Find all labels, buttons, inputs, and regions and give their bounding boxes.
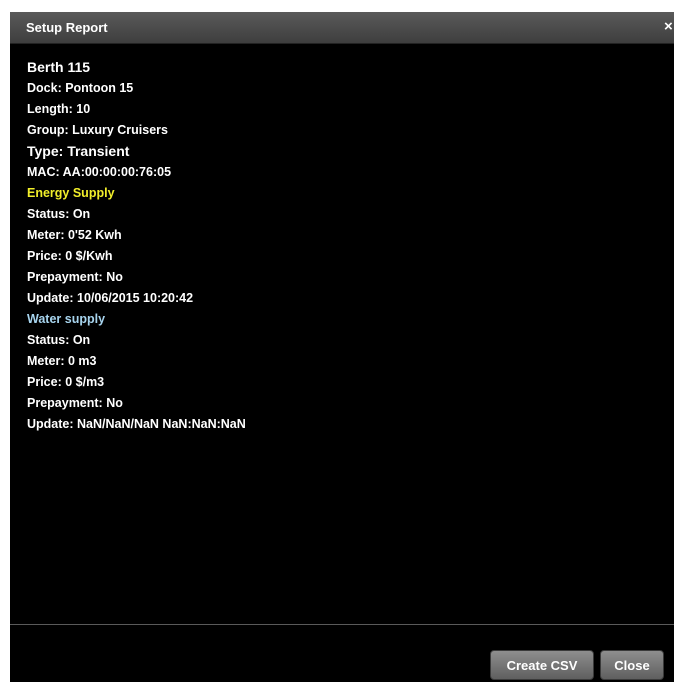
energy-status: Status: On [27,207,91,221]
berth-label: Berth 115 [27,59,91,75]
water-supply-heading: Water supply [27,312,106,326]
energy-price: Price: 0 $/Kwh [27,249,113,263]
report-content: Berth 115 Dock: Pontoon 15 Length: 10 Gr… [27,57,647,435]
water-prepayment: Prepayment: No [27,396,123,410]
water-price: Price: 0 $/m3 [27,375,105,389]
dialog-title: Setup Report [26,20,108,35]
dialog-footer: Create CSV Close [10,624,674,682]
energy-supply-heading: Energy Supply [27,186,115,200]
group-label: Group: Luxury Cruisers [27,123,168,137]
dock-label: Dock: Pontoon 15 [27,81,134,95]
type-label: Type: Transient [27,143,130,159]
setup-report-dialog: Setup Report × Berth 115 Dock: Pontoon 1… [10,12,674,682]
close-button[interactable]: Close [600,650,664,680]
water-update: Update: NaN/NaN/NaN NaN:NaN:NaN [27,417,246,431]
energy-meter: Meter: 0'52 Kwh [27,228,122,242]
water-meter: Meter: 0 m3 [27,354,97,368]
water-status: Status: On [27,333,91,347]
create-csv-button[interactable]: Create CSV [490,650,594,680]
length-label: Length: 10 [27,102,91,116]
close-icon[interactable]: × [664,18,674,35]
energy-prepayment: Prepayment: No [27,270,123,284]
energy-update: Update: 10/06/2015 10:20:42 [27,291,194,305]
mac-label: MAC: AA:00:00:00:76:05 [27,165,172,179]
dialog-titlebar: Setup Report × [10,12,674,44]
